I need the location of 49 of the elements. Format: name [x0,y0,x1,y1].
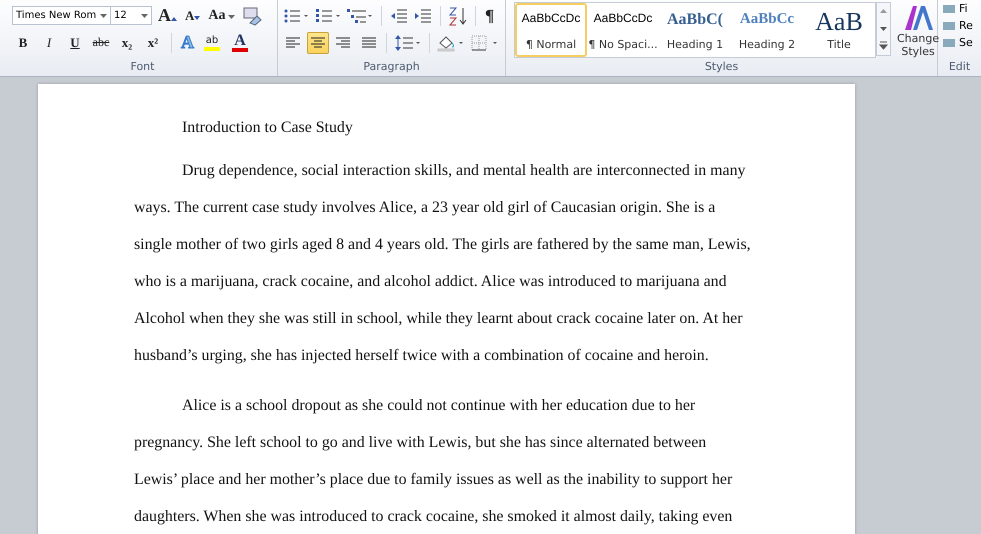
format-button[interactable]: x² [142,32,164,54]
font-size-field[interactable]: 12 [110,6,152,25]
paragraph: Alice is a school dropout as she could not continue with her education due to her pregnancy. She left school to go and live with Lewis, but she has since alternated between Lewis’ place and her mother’s place due to family issues as well as the inability to support her daughters. When she was introduced to crack cocaine, she smoked it almost daily, taking even [134,396,734,527]
format-button[interactable]: x₂ [116,32,138,54]
style-option[interactable]: AaBbCcDc ¶ Normal [515,3,587,57]
alignment-icon [286,36,300,48]
document-title: Introduction to Case Study [182,118,354,138]
bullets-icon[interactable] [282,6,310,24]
alignment-icon [310,36,325,48]
grow-font-button[interactable]: A [156,4,179,26]
caret-icon [228,14,235,18]
font-name-field[interactable]: Times New Rom [12,6,111,25]
caret-icon[interactable] [100,14,107,18]
show-formatting-button[interactable]: ¶ [483,4,496,26]
decrease-indent-icon[interactable] [389,6,409,24]
sort-icon[interactable] [448,6,468,26]
alignment-icon [362,36,376,48]
format-button[interactable]: abc [90,32,112,54]
line-spacing-icon[interactable] [394,34,422,52]
caret-icon[interactable] [141,14,148,18]
style-option[interactable]: AaB Title [803,3,875,57]
caret-icon [194,16,200,20]
shrink-font-button[interactable]: A [183,4,202,26]
style-option[interactable]: AaBbC( Heading 1 [659,3,731,57]
increase-indent-icon[interactable] [413,6,433,24]
format-button[interactable]: I [38,32,60,54]
style-option[interactable]: AaBbCcDc ¶ No Spaci... [587,3,659,57]
change-case-button[interactable]: Aa [206,4,237,26]
multilevel-list-icon[interactable] [346,6,374,24]
editing-item[interactable]: Se [959,36,973,49]
editing-item[interactable]: Fi [959,2,968,15]
gallery-scrollbar[interactable] [876,2,891,56]
highlight-button[interactable]: ab [200,32,224,54]
change-styles-button[interactable]: Change Styles [891,2,946,58]
group-label: Font [130,60,156,75]
caret-icon [171,17,177,21]
alignment-icon [336,36,350,48]
numbering-icon[interactable] [314,6,342,24]
group-label: Styles [704,60,740,75]
format-button[interactable]: B [12,32,34,54]
group-label: Edit [948,60,972,75]
paragraph: Drug dependence, social interaction skills, and mental health are interconnected in many ways. The current case study involves Alice, a 23 year old girl of Caucasian origin. She is a single mother of two girls aged 8 and 4 years old. The girls are fathered by the same man, Lewis, who is a marijuana, crack cocaine, and alcohol addict. Alice was introduced to marijuana and Alcohol when they she was still in school, while they learnt about crack cocaine later on. At her husband’s urging, she has injected herself twice with a combination of cocaine and heroin. [134,161,752,366]
align-button[interactable] [307,32,329,54]
font-color-button[interactable]: A [228,32,252,54]
group-label: Paragraph [362,60,421,75]
style-option[interactable]: AaBbCc Heading 2 [731,3,803,57]
editing-item[interactable]: Re [959,19,973,32]
eraser-icon[interactable] [240,6,263,26]
format-button[interactable]: U [64,32,86,54]
